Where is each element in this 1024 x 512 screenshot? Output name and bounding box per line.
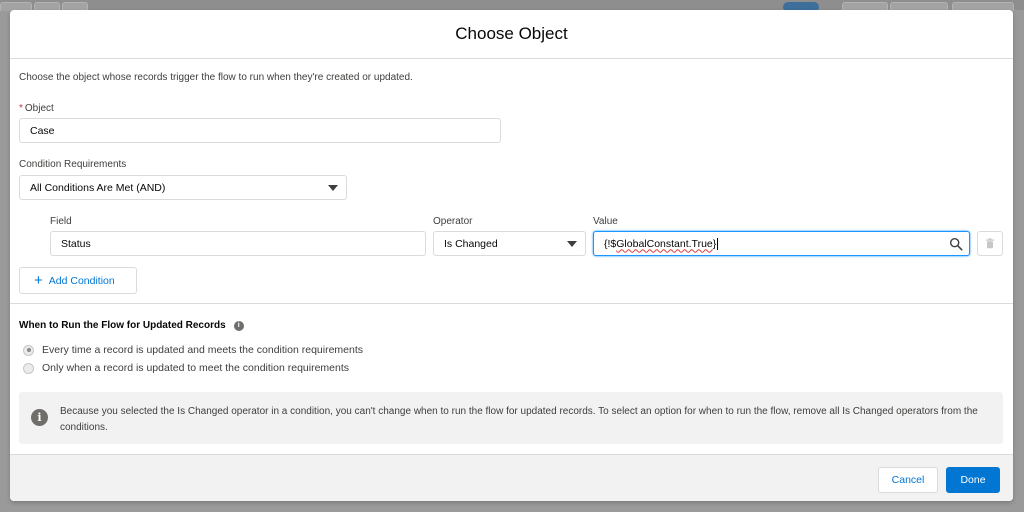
plus-icon: +: [34, 272, 43, 289]
done-button[interactable]: Done: [946, 467, 1000, 493]
chevron-down-icon: [328, 185, 338, 191]
condition-requirements-label: Condition Requirements: [19, 159, 127, 170]
trash-icon: [986, 238, 994, 249]
field-input-value: Status: [61, 237, 91, 250]
operator-select-value: Is Changed: [444, 237, 498, 250]
choose-object-modal: Choose Object Choose the object whose re…: [10, 10, 1013, 501]
when-to-run-title: When to Run the Flow for Updated Records…: [19, 320, 244, 331]
object-input[interactable]: Case: [19, 118, 501, 143]
object-label: * Object: [19, 103, 54, 114]
radio-option-every-time[interactable]: Every time a record is updated and meets…: [23, 344, 363, 356]
delete-condition-button[interactable]: [977, 231, 1003, 256]
value-input-suffix: }: [712, 237, 717, 250]
section-divider: [10, 303, 1013, 304]
condition-requirements-value: All Conditions Are Met (AND): [30, 181, 166, 194]
add-condition-button[interactable]: + Add Condition: [19, 267, 137, 294]
modal-footer: Cancel Done: [10, 454, 1013, 501]
object-input-value: Case: [30, 124, 55, 137]
info-circle-icon: i: [31, 409, 48, 426]
radio-button-unchecked[interactable]: [23, 362, 34, 374]
field-column-label: Field: [50, 216, 72, 227]
value-input-prefix: {!$: [604, 237, 617, 250]
operator-column-label: Operator: [433, 216, 473, 227]
info-icon[interactable]: i: [233, 320, 244, 331]
modal-description: Choose the object whose records trigger …: [19, 72, 413, 83]
cancel-button[interactable]: Cancel: [878, 467, 938, 493]
radio-option-label: Only when a record is updated to meet th…: [42, 362, 350, 374]
operator-select[interactable]: Is Changed: [433, 231, 586, 256]
radio-button-checked[interactable]: [23, 344, 34, 356]
modal-header: Choose Object: [10, 10, 1013, 59]
add-condition-label: Add Condition: [48, 274, 115, 287]
info-notice: i Because you selected the Is Changed op…: [19, 392, 1003, 444]
notice-text: Because you selected the Is Changed oper…: [60, 406, 978, 433]
value-column-label: Value: [593, 216, 618, 227]
radio-option-only-when[interactable]: Only when a record is updated to meet th…: [23, 362, 349, 374]
radio-option-label: Every time a record is updated and meets…: [42, 344, 364, 356]
search-icon[interactable]: [949, 237, 963, 251]
text-cursor: [717, 237, 719, 250]
chevron-down-icon: [567, 241, 577, 247]
required-marker: *: [19, 103, 23, 114]
condition-requirements-select[interactable]: All Conditions Are Met (AND): [19, 175, 347, 200]
object-label-text: Object: [24, 103, 54, 114]
value-input-text: GlobalConstant.True: [616, 237, 713, 250]
field-input[interactable]: Status: [50, 231, 426, 256]
modal-title: Choose Object: [455, 24, 568, 43]
when-to-run-title-text: When to Run the Flow for Updated Records: [19, 320, 226, 331]
value-input[interactable]: {!$ GlobalConstant.True}: [593, 231, 970, 256]
